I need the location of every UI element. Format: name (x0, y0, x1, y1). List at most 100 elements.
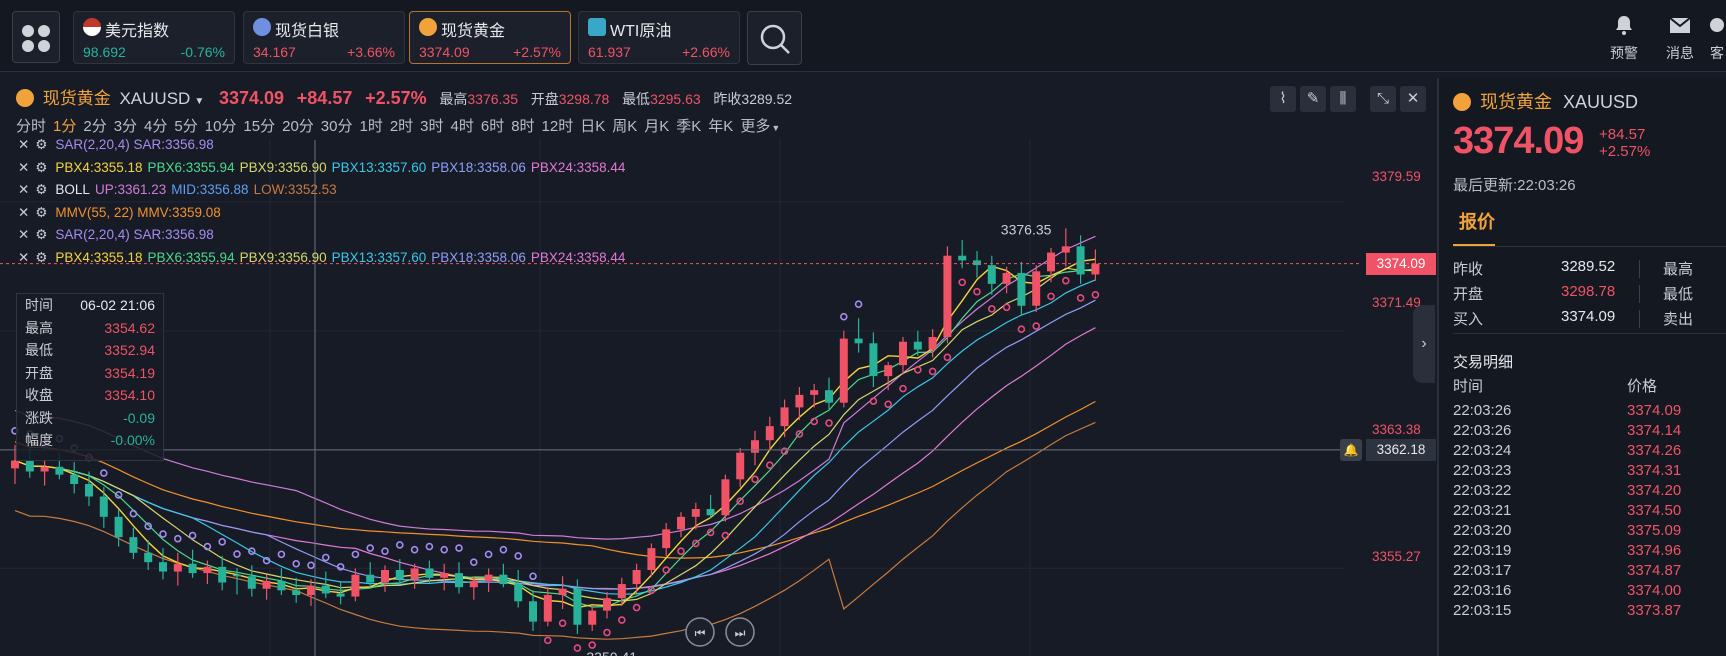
remove-indicator-icon[interactable]: ✕ (18, 182, 29, 197)
apps-menu-button[interactable] (12, 11, 60, 63)
message-label: 消息 (1666, 45, 1694, 61)
timeframe-2[interactable]: 2分 (83, 118, 106, 135)
remove-indicator-icon[interactable]: ✕ (18, 250, 29, 265)
pbx13-line (14, 279, 1096, 595)
trade-time: 22:03:26 (1453, 422, 1512, 439)
service-button[interactable]: 客 (1702, 14, 1726, 63)
indicator-settings-icon[interactable]: ⚙ (35, 227, 47, 242)
timeframe-14[interactable]: 6时 (481, 118, 504, 135)
timeframe-16[interactable]: 12时 (542, 118, 574, 135)
ticker-gold[interactable]: 现货黄金 3374.09 +2.57% (409, 11, 571, 64)
timeframe-1[interactable]: 1分 (53, 118, 76, 135)
sar-dot (943, 353, 952, 362)
ticker-change: +2.66% (682, 44, 730, 60)
pbx6-line (14, 268, 1096, 608)
timeframe-18[interactable]: 周K (612, 118, 637, 135)
timeframe-22[interactable]: 更多 (740, 118, 770, 135)
timeframe-7[interactable]: 15分 (243, 118, 275, 135)
timeframe-4[interactable]: 4分 (144, 118, 167, 135)
timeframe-20[interactable]: 季K (676, 118, 701, 135)
candle-body (277, 580, 286, 591)
indicator-settings-icon[interactable]: ⚙ (35, 160, 47, 175)
tooltip-value: -0.09 (123, 409, 155, 426)
candle-body (573, 588, 582, 625)
draw-pen-icon[interactable]: ✎ (1300, 86, 1326, 112)
tooltip-label: 时间 (25, 297, 53, 313)
panel-symbol-code: XAUUSD (1563, 92, 1639, 112)
candle-body (1061, 246, 1070, 253)
timeframe-10[interactable]: 1时 (359, 118, 382, 135)
timeframe-6[interactable]: 10分 (205, 118, 237, 135)
indicator-value: PBX9:3356.90 (239, 249, 327, 265)
last-updated: 最后更新:22:03:26 (1453, 177, 1576, 194)
candle-body (1002, 272, 1011, 284)
sar-dot (839, 312, 848, 321)
timeframe-21[interactable]: 年K (708, 118, 733, 135)
timeframe-bar: 分时 1分 2分 3分 4分 5分 10分 15分 20分 30分 1时 2时 3时 4时 6时 8时 12时日… (16, 115, 787, 136)
timeframe-8[interactable]: 20分 (282, 118, 314, 135)
candle-body (469, 580, 478, 588)
candle-body (1047, 252, 1055, 272)
trade-time: 22:03:15 (1453, 602, 1512, 619)
quote-row: 昨收 3289.52 最高 (1453, 258, 1726, 280)
candle-body (99, 496, 108, 517)
candle-body (780, 407, 789, 427)
remove-indicator-icon[interactable]: ✕ (18, 205, 29, 220)
candle-type-icon[interactable]: ⫼ (1330, 86, 1356, 112)
sar-dot (632, 603, 641, 612)
search-button[interactable] (747, 11, 802, 65)
price-alert-bell-icon[interactable]: 🔔 (1340, 438, 1362, 461)
remove-indicator-icon[interactable]: ✕ (18, 137, 29, 152)
timeframe-0[interactable]: 分时 (16, 118, 46, 135)
timeframe-12[interactable]: 3时 (420, 118, 443, 135)
ticker-wti-oil[interactable]: WTI原油 61.937 +2.66% (578, 11, 740, 64)
alert-button[interactable]: 预警 (1594, 14, 1654, 63)
fullscreen-icon[interactable]: ⤡ (1370, 86, 1396, 112)
indicator-settings-icon[interactable]: ⚙ (35, 205, 47, 220)
ticker-silver[interactable]: 现货白银 34.167 +3.66% (243, 11, 405, 64)
sar-dot (1032, 322, 1040, 330)
timeframe-13[interactable]: 4时 (451, 118, 474, 135)
sar-dot (1062, 276, 1070, 285)
candle-body (632, 570, 641, 585)
sar-dot (558, 619, 567, 627)
candle-body (662, 529, 671, 549)
panel-symbol-name: 现货黄金 (1480, 92, 1553, 112)
panel-toggle-button[interactable]: › (1413, 305, 1435, 383)
symbol-code-selector[interactable]: XAUUSD (119, 89, 190, 108)
tooltip-label: 最低 (25, 342, 53, 358)
candle-body (292, 590, 301, 596)
trade-price: 3373.87 (1627, 602, 1682, 619)
window-toolbar: ⤡ ✕ (1366, 86, 1426, 112)
quote-value: 3298.78 (1561, 283, 1616, 300)
trade-row: 22:03:20 3375.09 (1453, 522, 1726, 542)
tooltip-row: 开盘 3354.19 (17, 362, 163, 385)
timeframe-19[interactable]: 月K (644, 118, 669, 135)
chevron-down-icon[interactable]: ▼ (194, 96, 204, 107)
timeframe-3[interactable]: 3分 (114, 118, 137, 135)
timeframe-11[interactable]: 2时 (390, 118, 413, 135)
message-button[interactable]: 消息 (1650, 14, 1710, 63)
indicator-settings-icon[interactable]: ⚙ (35, 137, 47, 152)
remove-indicator-icon[interactable]: ✕ (18, 160, 29, 175)
candle-body (11, 460, 19, 469)
ticker-usd-index[interactable]: 美元指数 98.692 -0.76% (73, 11, 235, 64)
timeframe-15[interactable]: 8时 (511, 118, 534, 135)
close-icon[interactable]: ✕ (1400, 86, 1426, 112)
tab-quote[interactable]: 报价 (1459, 208, 1495, 234)
chevron-down-icon[interactable]: ▼ (771, 123, 780, 133)
remove-indicator-icon[interactable]: ✕ (18, 227, 29, 242)
quote-row: 买入 3374.09 卖出 (1453, 308, 1726, 330)
trade-row: 22:03:26 3374.14 (1453, 422, 1726, 442)
indicator-settings-icon[interactable]: ⚙ (35, 250, 47, 265)
trade-row: 22:03:17 3374.87 (1453, 562, 1726, 582)
timeframe-9[interactable]: 30分 (321, 118, 353, 135)
timeframe-5[interactable]: 5分 (174, 118, 197, 135)
indicator-settings-icon[interactable]: ⚙ (35, 182, 47, 197)
pbx9-line (14, 267, 1096, 602)
oil-icon (588, 18, 606, 36)
apps-dot-icon (22, 40, 34, 52)
timeframe-17[interactable]: 日K (580, 118, 605, 135)
indicator-icon[interactable]: ⌇ (1270, 86, 1296, 112)
low-annotation: 3350.41 (586, 649, 637, 656)
